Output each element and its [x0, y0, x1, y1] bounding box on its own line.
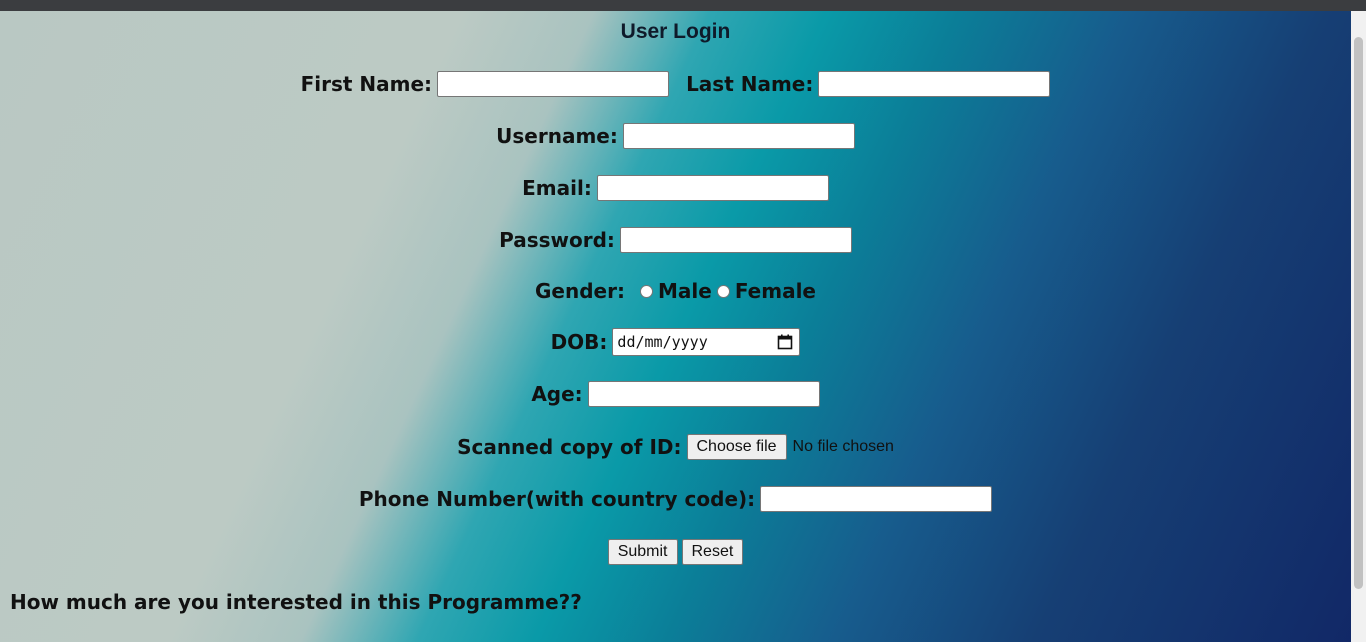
username-row: Username: [0, 123, 1351, 149]
gender-label: Gender: [535, 279, 625, 303]
male-radio[interactable] [639, 284, 653, 298]
password-input[interactable] [619, 227, 852, 253]
dob-input[interactable]: dd/mm/yyyy [612, 328, 801, 356]
actions-row: Submit Reset [0, 539, 1351, 565]
email-row: Email: [0, 175, 1351, 201]
phone-row: Phone Number(with country code): [0, 486, 1351, 512]
password-row: Password: [0, 227, 1351, 253]
age-row: Age: [0, 381, 1351, 407]
file-status-text: No file chosen [792, 438, 894, 455]
last-name-label: Last Name: [686, 72, 814, 96]
first-name-label: First Name: [300, 72, 433, 96]
id-label: Scanned copy of ID: [457, 435, 682, 459]
email-input[interactable] [596, 175, 829, 201]
scrollbar[interactable] [1351, 11, 1366, 642]
email-label: Email: [522, 176, 592, 200]
id-upload-row: Scanned copy of ID: Choose file No file … [0, 434, 1351, 460]
female-label: Female [734, 279, 816, 303]
interest-question: How much are you interested in this Prog… [10, 590, 582, 614]
username-input[interactable] [622, 123, 855, 149]
page-title: User Login [620, 20, 731, 43]
gender-row: Gender: Male Female [0, 279, 1351, 303]
phone-input[interactable] [760, 486, 993, 512]
username-label: Username: [496, 124, 618, 148]
dob-row: DOB: dd/mm/yyyy [0, 328, 1351, 356]
dob-placeholder: dd/mm/yyyy [617, 333, 708, 351]
submit-button[interactable]: Submit [607, 539, 678, 565]
choose-file-button[interactable]: Choose file [686, 434, 787, 460]
browser-top-bar [0, 0, 1366, 11]
female-radio[interactable] [716, 284, 730, 298]
age-input[interactable] [587, 381, 820, 407]
phone-label: Phone Number(with country code): [358, 487, 756, 511]
dob-label: DOB: [550, 330, 608, 354]
calendar-icon[interactable] [777, 334, 793, 350]
password-label: Password: [499, 228, 615, 252]
reset-button[interactable]: Reset [681, 539, 744, 565]
name-row: First Name: Last Name: [0, 71, 1351, 97]
last-name-input[interactable] [818, 71, 1051, 97]
age-label: Age: [531, 382, 583, 406]
male-label: Male [657, 279, 712, 303]
first-name-input[interactable] [437, 71, 670, 97]
scrollbar-thumb[interactable] [1354, 37, 1363, 589]
